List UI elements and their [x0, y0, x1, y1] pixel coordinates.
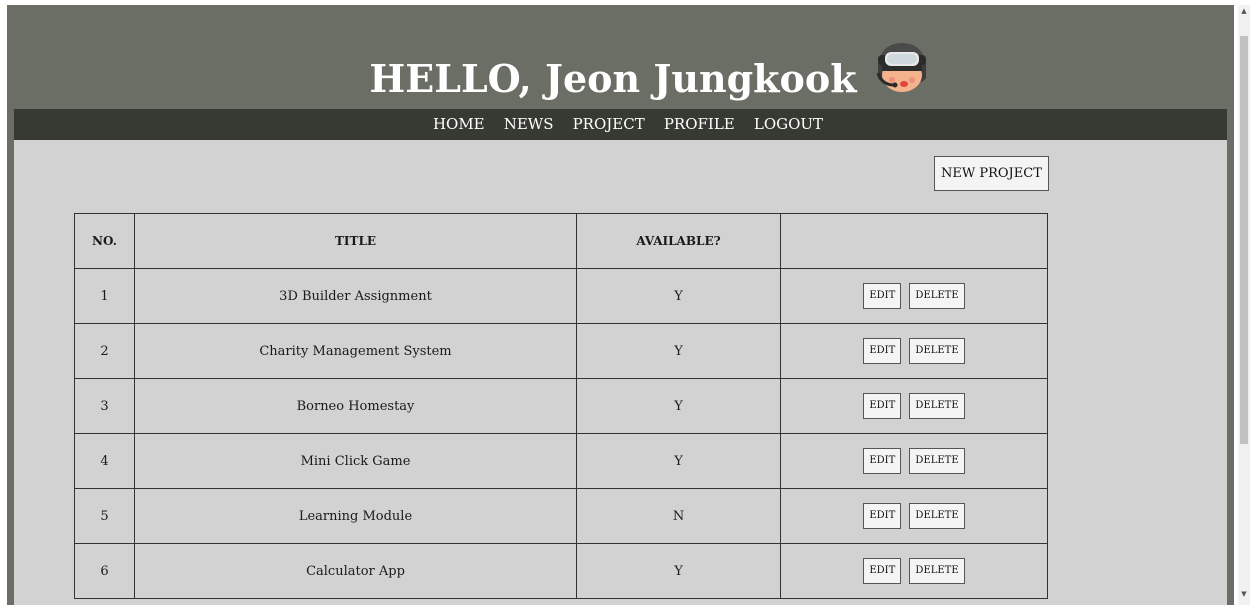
cell-available: Y	[576, 323, 781, 379]
cell-available: Y	[576, 268, 781, 324]
top-nav: HOME NEWS PROJECT PROFILE LOGOUT	[14, 109, 1227, 140]
page-title: HELLO, Jeon Jungkook	[369, 55, 857, 101]
cell-actions: EDIT DELETE	[780, 433, 1048, 489]
column-header-no: NO.	[74, 213, 135, 269]
table-row: 6 Calculator App Y EDIT DELETE	[74, 543, 1048, 599]
cell-actions: EDIT DELETE	[780, 378, 1048, 434]
cell-actions: EDIT DELETE	[780, 543, 1048, 599]
cell-title: Mini Click Game	[134, 433, 577, 489]
edit-button[interactable]: EDIT	[863, 338, 902, 364]
table-row: 5 Learning Module N EDIT DELETE	[74, 488, 1048, 544]
edit-button[interactable]: EDIT	[863, 503, 902, 529]
table-row: 3 Borneo Homestay Y EDIT DELETE	[74, 378, 1048, 434]
cell-no: 5	[74, 488, 135, 544]
table-row: 2 Charity Management System Y EDIT DELET…	[74, 323, 1048, 379]
cell-title: Calculator App	[134, 543, 577, 599]
cell-no: 1	[74, 268, 135, 324]
cell-no: 3	[74, 378, 135, 434]
new-project-button[interactable]: NEW PROJECT	[934, 156, 1049, 191]
browser-viewport: HELLO, Jeon Jungkook HOME NEWS PROJECT P…	[0, 0, 1250, 605]
cell-actions: EDIT DELETE	[780, 268, 1048, 324]
cell-no: 4	[74, 433, 135, 489]
nav-logout-link[interactable]: LOGOUT	[754, 115, 823, 133]
cell-title: Borneo Homestay	[134, 378, 577, 434]
cell-available: Y	[576, 378, 781, 434]
title-wrap: HELLO, Jeon Jungkook	[7, 43, 1234, 109]
cell-no: 6	[74, 543, 135, 599]
page: HELLO, Jeon Jungkook HOME NEWS PROJECT P…	[7, 5, 1234, 605]
nav-news-link[interactable]: NEWS	[504, 115, 554, 133]
cell-available: N	[576, 488, 781, 544]
cell-title: Charity Management System	[134, 323, 577, 379]
edit-button[interactable]: EDIT	[863, 393, 902, 419]
delete-button[interactable]: DELETE	[909, 448, 965, 474]
edit-button[interactable]: EDIT	[863, 283, 902, 309]
main-content: NEW PROJECT NO. TITLE AVAILABLE? 1 3D Bu…	[14, 140, 1227, 605]
cell-title: 3D Builder Assignment	[134, 268, 577, 324]
nav-project-link[interactable]: PROJECT	[573, 115, 645, 133]
project-table: NO. TITLE AVAILABLE? 1 3D Builder Assign…	[74, 213, 1048, 599]
cell-title: Learning Module	[134, 488, 577, 544]
cell-available: Y	[576, 543, 781, 599]
scroll-up-arrow-icon[interactable]: ▲	[1238, 5, 1250, 17]
cell-actions: EDIT DELETE	[780, 488, 1048, 544]
cell-no: 2	[74, 323, 135, 379]
vertical-scrollbar[interactable]: ▲ ▼	[1238, 5, 1250, 605]
delete-button[interactable]: DELETE	[909, 338, 965, 364]
edit-button[interactable]: EDIT	[863, 448, 902, 474]
pilot-avatar-icon	[872, 33, 932, 95]
table-row: 4 Mini Click Game Y EDIT DELETE	[74, 433, 1048, 489]
table-row: 1 3D Builder Assignment Y EDIT DELETE	[74, 268, 1048, 324]
delete-button[interactable]: DELETE	[909, 393, 965, 419]
nav-links: HOME NEWS PROJECT PROFILE LOGOUT	[426, 114, 830, 133]
scroll-down-arrow-icon[interactable]: ▼	[1238, 588, 1250, 600]
column-header-title: TITLE	[134, 213, 577, 269]
delete-button[interactable]: DELETE	[909, 283, 965, 309]
column-header-actions	[780, 213, 1048, 269]
edit-button[interactable]: EDIT	[863, 558, 902, 584]
table-header-row: NO. TITLE AVAILABLE?	[74, 213, 1048, 269]
nav-profile-link[interactable]: PROFILE	[664, 115, 735, 133]
column-header-available: AVAILABLE?	[576, 213, 781, 269]
cell-available: Y	[576, 433, 781, 489]
header: HELLO, Jeon Jungkook	[7, 5, 1234, 108]
delete-button[interactable]: DELETE	[909, 503, 965, 529]
cell-actions: EDIT DELETE	[780, 323, 1048, 379]
scroll-thumb[interactable]	[1240, 36, 1248, 444]
nav-home-link[interactable]: HOME	[433, 115, 485, 133]
delete-button[interactable]: DELETE	[909, 558, 965, 584]
